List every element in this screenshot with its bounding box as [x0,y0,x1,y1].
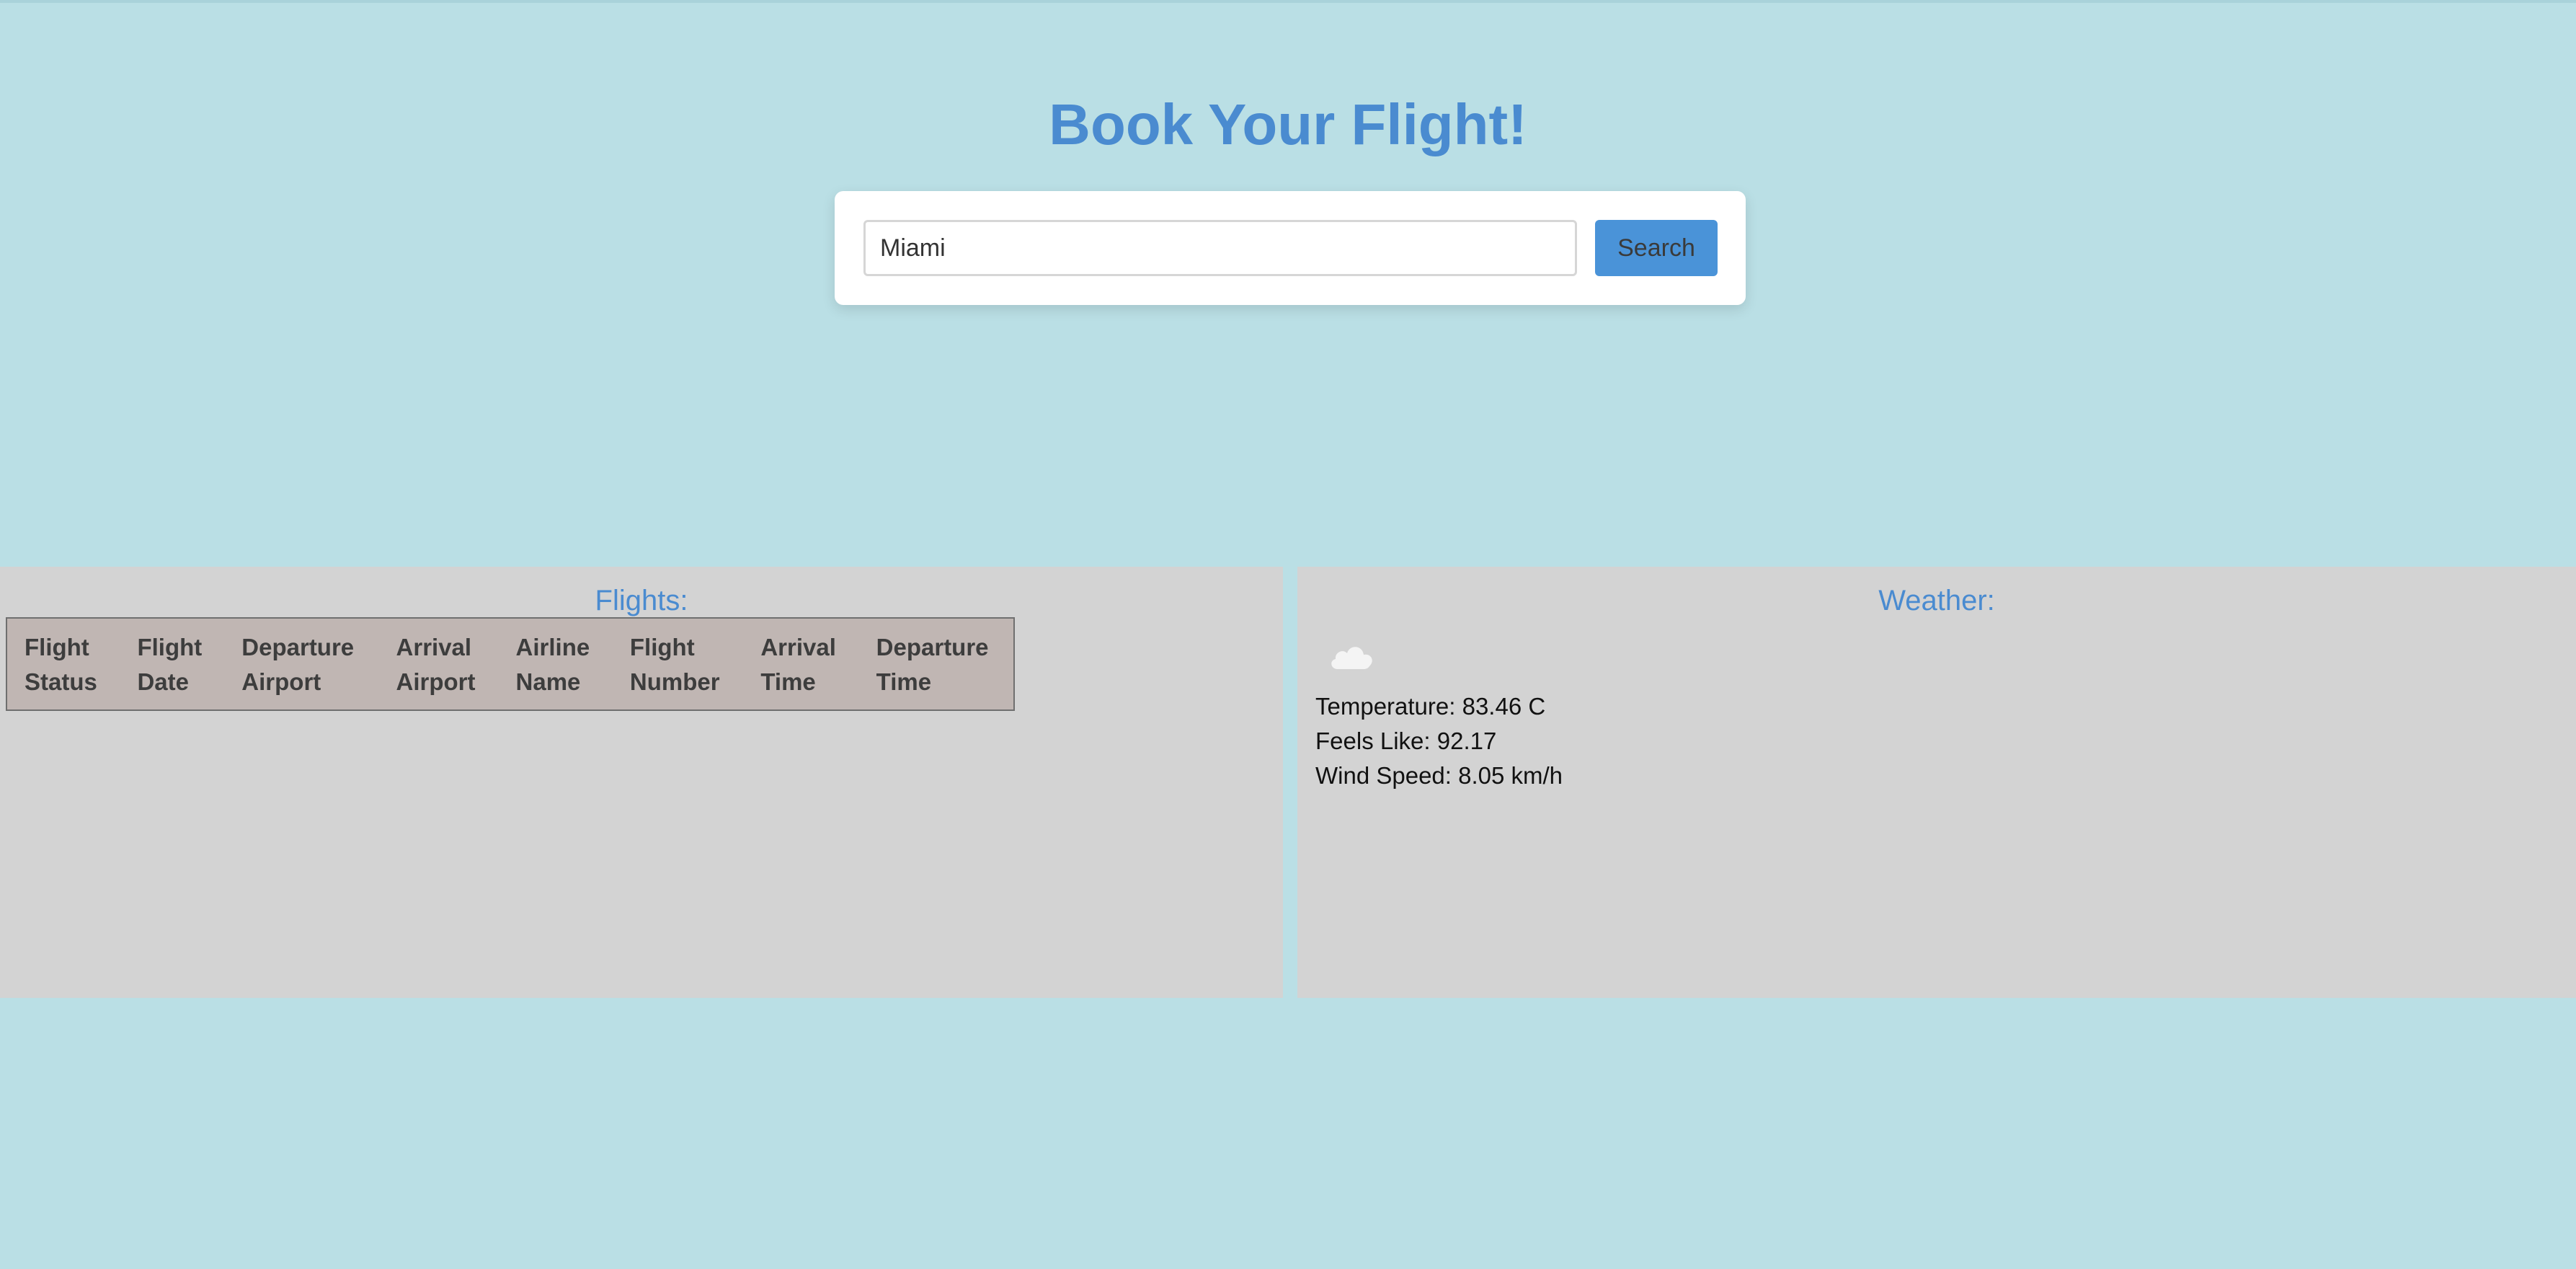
page-title: Book Your Flight! [1049,92,1527,156]
column-header-arrival-airport[interactable]: Arrival Airport [379,618,499,710]
column-header-departure-time[interactable]: Departure Time [859,618,1014,710]
table-header-row: Flight Status Flight Date Departure Airport… [6,618,1014,710]
wind-speed-text: Wind Speed: 8.05 km/h [1315,762,1563,789]
column-header-flight-date[interactable]: Flight Date [120,618,224,710]
column-header-departure-airport[interactable]: Departure Airport [224,618,378,710]
cloud-icon [1331,647,1372,669]
column-header-flight-number[interactable]: Flight Number [613,618,743,710]
flights-table: Flight Status Flight Date Departure Airport… [6,617,1015,711]
weather-panel: Weather: Temperature: 83.46 C Feels Like… [1297,567,2576,998]
temperature-text: Temperature: 83.46 C [1315,693,1546,720]
flights-panel: Flights: Flight Status Flight Date Departu… [0,567,1283,998]
column-header-arrival-time[interactable]: Arrival Time [743,618,858,710]
flights-title: Flights: [595,585,688,616]
feels-like-text: Feels Like: 92.17 [1315,728,1497,754]
search-input[interactable] [863,220,1577,276]
weather-title: Weather: [1878,585,1995,616]
top-border [0,0,2576,3]
column-header-flight-status[interactable]: Flight Status [6,618,120,710]
search-button[interactable]: Search [1595,220,1718,276]
search-card: Search [835,191,1746,305]
column-header-airline-name[interactable]: Airline Name [499,618,613,710]
